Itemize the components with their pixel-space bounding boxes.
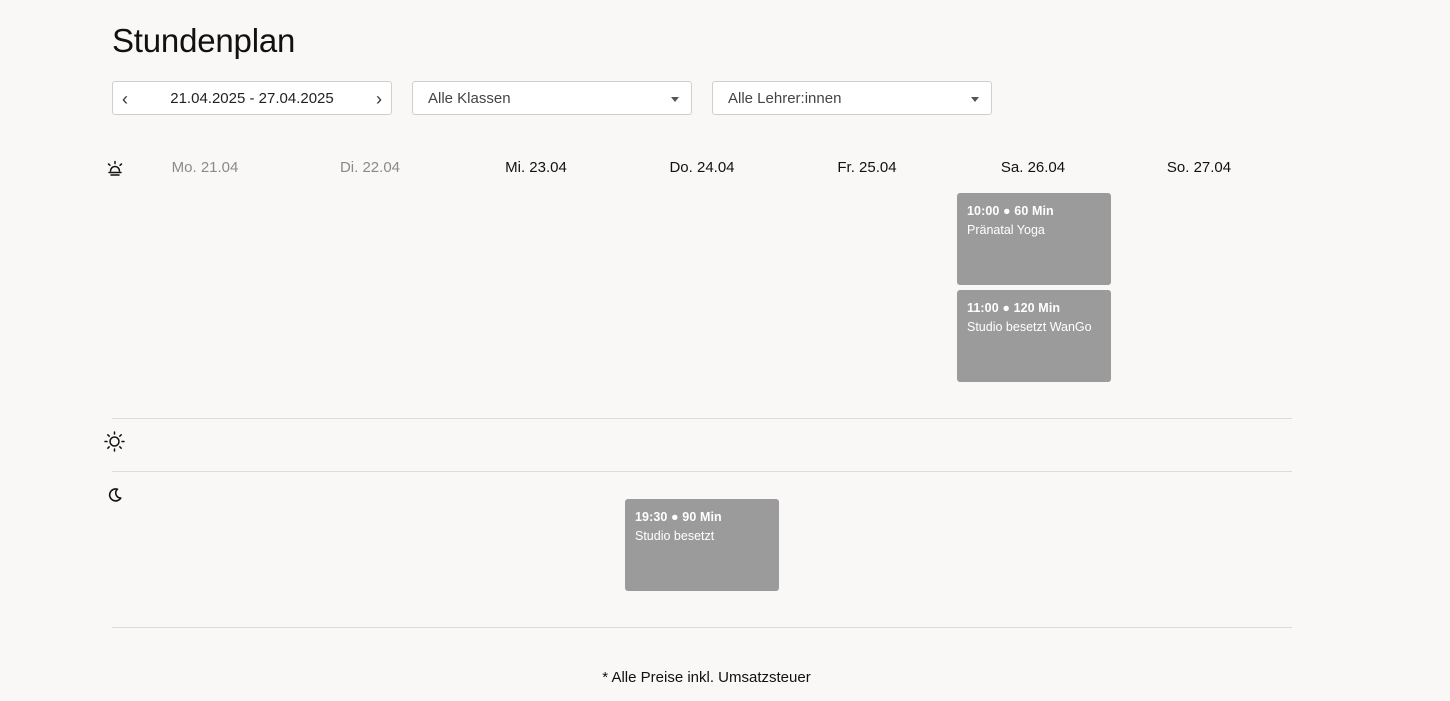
day-header-friday: Fr. 25.04 <box>837 159 897 176</box>
chevron-down-icon <box>671 97 679 102</box>
event-card[interactable]: 10:00 ● 60 Min Pränatal Yoga <box>957 193 1111 285</box>
day-header-wednesday: Mi. 23.04 <box>505 159 567 176</box>
next-week-button[interactable]: › <box>369 82 389 116</box>
section-divider <box>112 627 1292 628</box>
section-divider <box>112 471 1292 472</box>
day-header-saturday: Sa. 26.04 <box>1000 159 1066 176</box>
day-header-tuesday: Di. 22.04 <box>339 159 401 176</box>
event-card[interactable]: 19:30 ● 90 Min Studio besetzt <box>625 499 779 591</box>
sun-icon <box>104 431 125 452</box>
event-time: 19:30 ● 90 Min <box>635 510 722 524</box>
day-header-monday: Mo. 21.04 <box>171 159 239 176</box>
event-time: 10:00 ● 60 Min <box>967 204 1054 218</box>
event-card[interactable]: 11:00 ● 120 Min Studio besetzt WanGo <box>957 290 1111 382</box>
event-name: Studio besetzt <box>635 529 715 543</box>
event-time: 11:00 ● 120 Min <box>967 301 1061 315</box>
classes-select[interactable]: Alle Klassen <box>412 81 692 115</box>
chevron-down-icon <box>971 97 979 102</box>
day-header-sunday: So. 27.04 <box>1166 159 1232 176</box>
event-name: Studio besetzt WanGo <box>967 320 1092 334</box>
teachers-select[interactable]: Alle Lehrer:innen <box>712 81 992 115</box>
teachers-select-value: Alle Lehrer:innen <box>728 90 842 107</box>
day-header-thursday: Do. 24.04 <box>669 159 735 176</box>
section-divider <box>112 418 1292 419</box>
sunrise-icon <box>107 160 123 176</box>
event-name: Pränatal Yoga <box>967 223 1045 237</box>
moon-icon <box>108 488 122 502</box>
page-title: Stundenplan <box>112 22 296 59</box>
price-note: * Alle Preise inkl. Umsatzsteuer <box>602 669 811 686</box>
date-range-label: 21.04.2025 - 27.04.2025 <box>170 90 334 107</box>
date-range-picker[interactable]: ‹ 21.04.2025 - 27.04.2025 › <box>112 81 392 115</box>
classes-select-value: Alle Klassen <box>428 90 511 107</box>
